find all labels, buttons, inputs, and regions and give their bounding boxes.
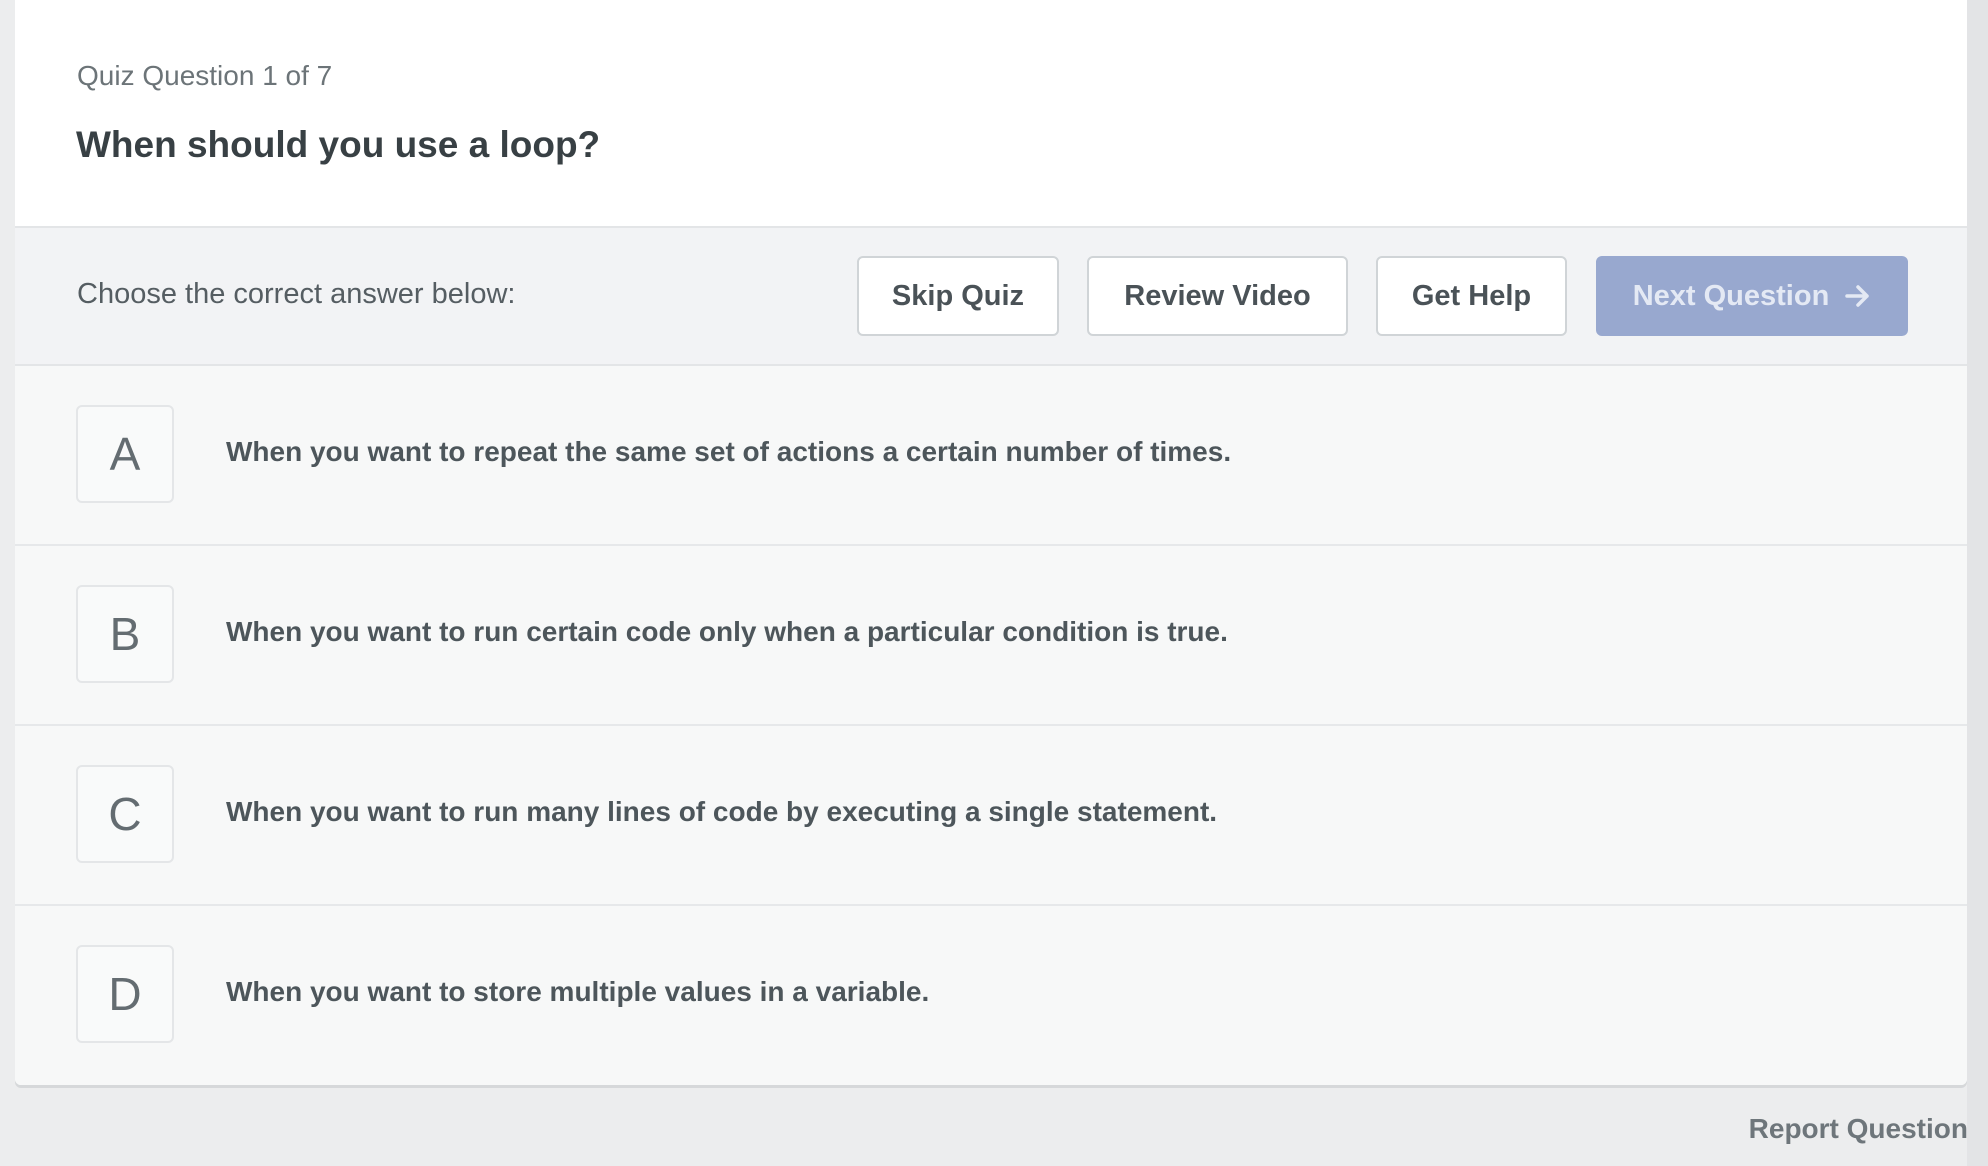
answer-option-c[interactable]: C When you want to run many lines of cod… bbox=[15, 726, 1967, 906]
answer-prompt: Choose the correct answer below: bbox=[77, 278, 516, 310]
question-title: When should you use a loop? bbox=[76, 124, 601, 165]
quiz-header: Quiz Question 1 of 7 When should you use… bbox=[15, 0, 1967, 228]
quiz-card: Quiz Question 1 of 7 When should you use… bbox=[15, 0, 1967, 1085]
answer-option-a[interactable]: A When you want to repeat the same set o… bbox=[15, 366, 1967, 546]
answer-option-d[interactable]: D When you want to store multiple values… bbox=[15, 906, 1967, 1085]
review-video-button[interactable]: Review Video bbox=[1087, 256, 1348, 336]
option-text: When you want to store multiple values i… bbox=[226, 976, 930, 1007]
option-letter-badge: A bbox=[76, 405, 174, 503]
answer-toolbar: Choose the correct answer below: Skip Qu… bbox=[15, 228, 1967, 366]
option-text: When you want to run many lines of code … bbox=[226, 796, 1218, 827]
get-help-label: Get Help bbox=[1411, 279, 1532, 312]
next-question-button[interactable]: Next Question bbox=[1596, 256, 1908, 336]
skip-quiz-label: Skip Quiz bbox=[891, 279, 1025, 312]
get-help-button[interactable]: Get Help bbox=[1376, 256, 1567, 336]
answer-option-b[interactable]: B When you want to run certain code only… bbox=[15, 546, 1967, 726]
next-question-label: Next Question bbox=[1632, 279, 1830, 312]
option-text: When you want to repeat the same set of … bbox=[226, 436, 1232, 467]
skip-quiz-button[interactable]: Skip Quiz bbox=[857, 256, 1059, 336]
arrow-right-icon bbox=[1845, 284, 1871, 308]
option-letter-badge: B bbox=[76, 585, 174, 683]
option-text: When you want to run certain code only w… bbox=[226, 616, 1228, 647]
review-video-label: Review Video bbox=[1124, 279, 1311, 312]
report-question-link[interactable]: Report Question bbox=[1749, 1113, 1968, 1145]
question-counter: Quiz Question 1 of 7 bbox=[77, 60, 333, 91]
page-edge bbox=[1967, 0, 1988, 1166]
option-letter-badge: C bbox=[76, 765, 174, 863]
option-letter-badge: D bbox=[76, 945, 174, 1043]
